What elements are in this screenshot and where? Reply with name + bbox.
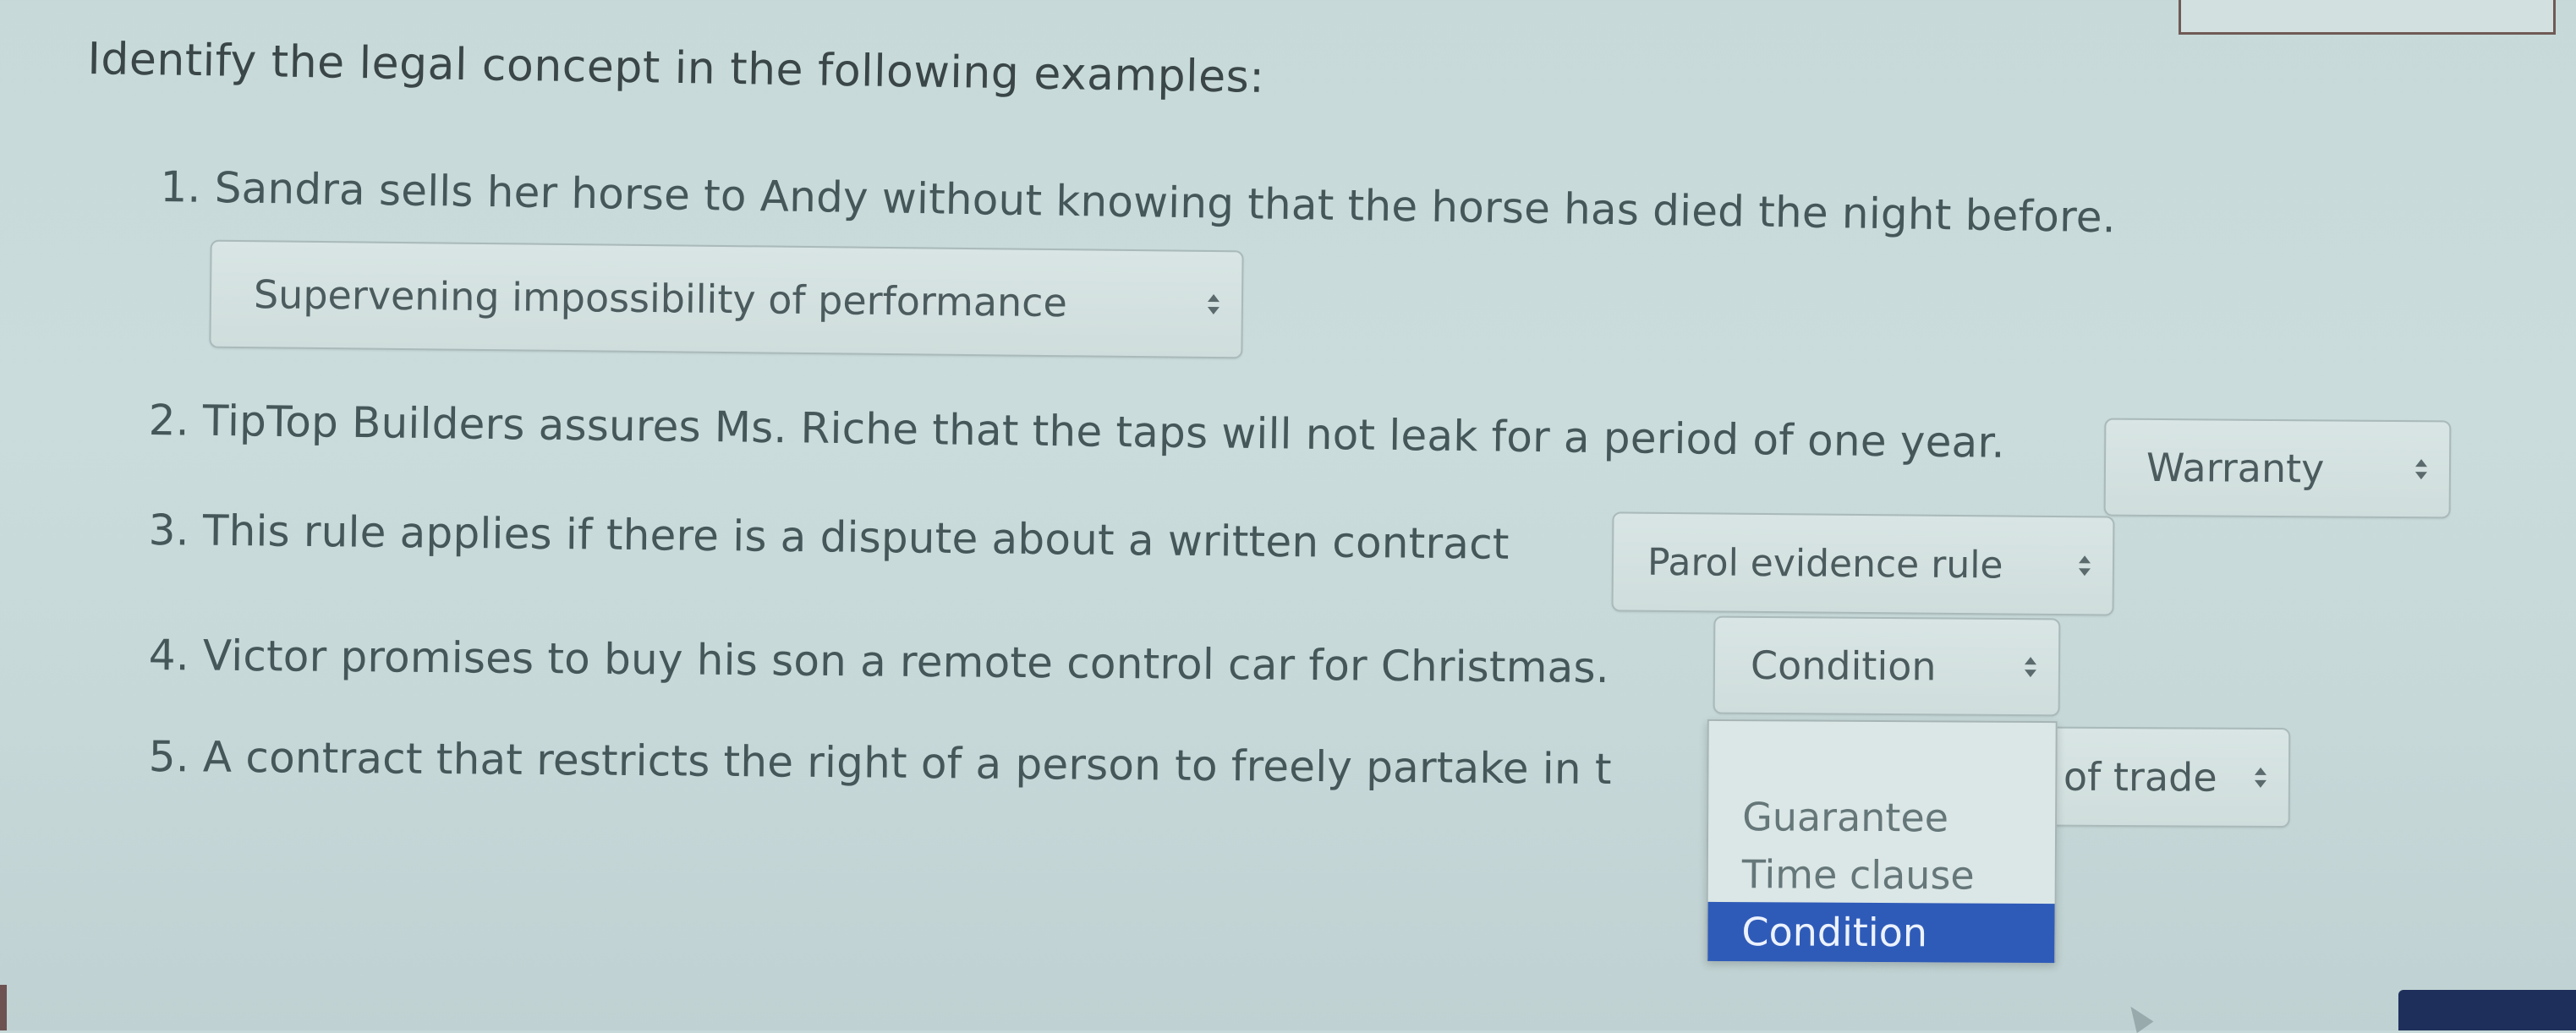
select-dropdown-list: Guarantee Time clause Condition [1706, 719, 2058, 964]
mouse-cursor-icon [2122, 1000, 2154, 1033]
select-arrows-icon [2025, 657, 2036, 677]
question-1-select[interactable]: Supervening impossibility of performance [209, 239, 1244, 359]
select-arrows-icon [2079, 555, 2091, 576]
question-2-text: 2. TipTop Builders assures Ms. Riche tha… [148, 396, 2006, 467]
dropdown-option-guarantee[interactable]: Guarantee [1708, 789, 2055, 846]
question-5-text: 5. A contract that restricts the right o… [148, 732, 1612, 795]
question-5-select-value: of trade [2063, 753, 2217, 801]
question-4-text: 4. Victor promises to buy his son a remo… [148, 631, 1610, 693]
question-4-select-value: Condition [1750, 642, 1937, 690]
edge-marker [0, 985, 7, 1030]
dropdown-option-condition[interactable]: Condition [1707, 901, 2055, 964]
page-heading: Identify the legal concept in the follow… [87, 34, 1265, 103]
question-3-text: 3. This rule applies if there is a dispu… [148, 506, 1510, 569]
top-frame-box [2179, 0, 2556, 35]
question-4-select[interactable]: Condition [1713, 615, 2061, 717]
question-2-select-value: Warranty [2146, 444, 2325, 492]
question-1-text: 1. Sandra sells her horse to Andy withou… [160, 162, 2117, 243]
question-3-select-value: Parol evidence rule [1647, 540, 2003, 587]
select-arrows-icon [1208, 294, 1219, 314]
dropdown-option-time-clause[interactable]: Time clause [1708, 846, 2055, 904]
select-arrows-icon [2255, 768, 2266, 788]
question-1-select-value: Supervening impossibility of performance [253, 271, 1068, 326]
corner-panel [2398, 990, 2576, 1030]
question-3-select[interactable]: Parol evidence rule [1611, 511, 2115, 616]
select-arrows-icon [2415, 459, 2427, 479]
question-2-select[interactable]: Warranty [2103, 418, 2452, 519]
